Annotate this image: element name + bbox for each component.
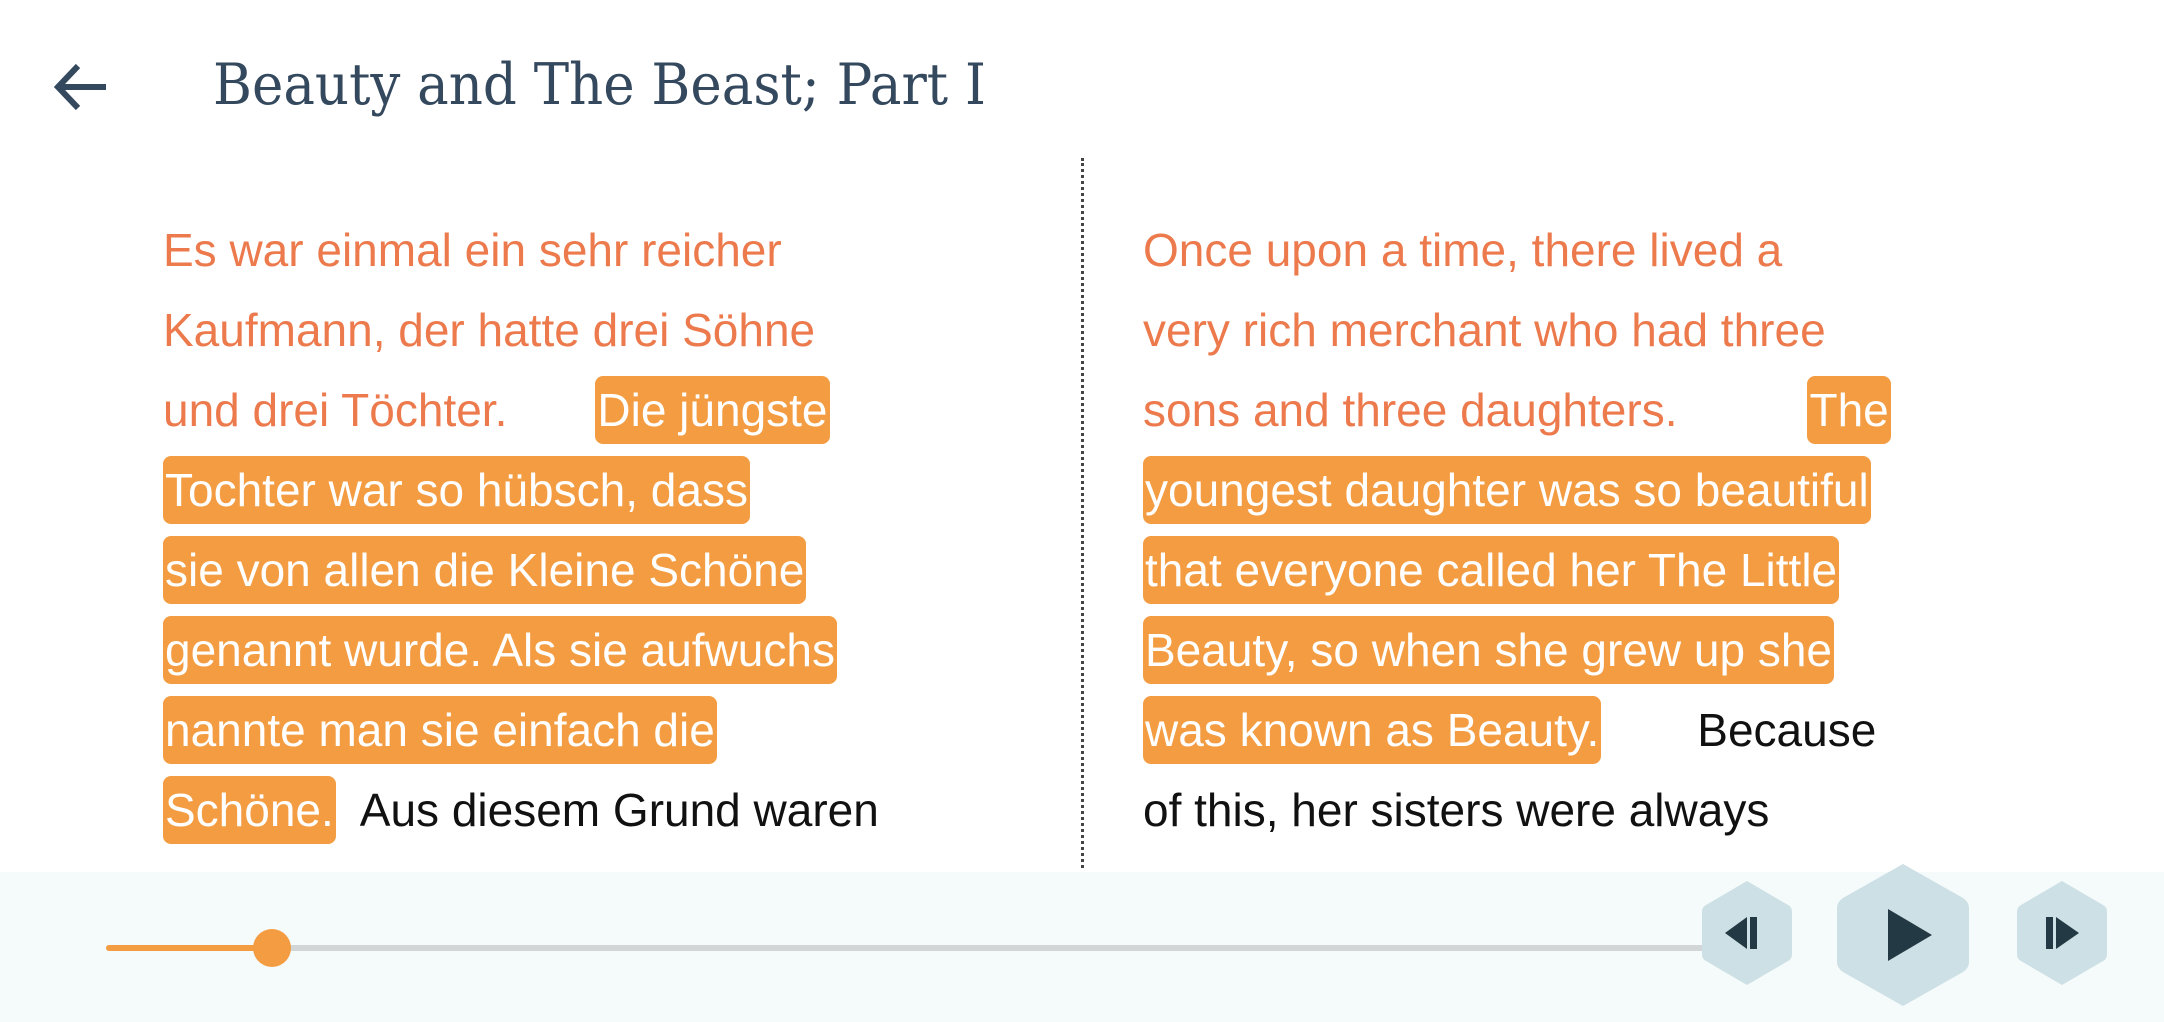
- highlighted-sentence-segment[interactable]: Die jüngste: [595, 376, 830, 444]
- back-button[interactable]: [50, 56, 112, 118]
- progress-track[interactable]: [106, 929, 1706, 967]
- text-line: und drei Töchter. Die jüngste: [163, 370, 1023, 450]
- text-line: Once upon a time, there lived a: [1143, 210, 2003, 290]
- highlighted-sentence-segment[interactable]: that everyone called her The Little: [1143, 536, 1840, 604]
- text-line: Tochter war so hübsch, dass: [163, 450, 1023, 530]
- text-line: sie von allen die Kleine Schöne: [163, 530, 1023, 610]
- next-sentence-button[interactable]: [2015, 877, 2109, 989]
- text-line: nannte man sie einfach die: [163, 690, 1023, 770]
- highlighted-sentence-segment[interactable]: was known as Beauty.: [1143, 696, 1602, 764]
- progress-thumb[interactable]: [253, 929, 292, 967]
- play-button[interactable]: [1835, 860, 1971, 1010]
- text-line: genannt wurde. Als sie aufwuchs: [163, 610, 1023, 690]
- progress-fill: [106, 945, 273, 951]
- highlighted-sentence-segment[interactable]: youngest daughter was so beautiful: [1143, 456, 1871, 524]
- text-line: Es war einmal ein sehr reicher: [163, 210, 1023, 290]
- unread-sentence-segment[interactable]: Aus diesem Grund waren: [360, 770, 879, 850]
- text-line: sons and three daughters. The: [1143, 370, 2003, 450]
- highlighted-sentence-segment[interactable]: genannt wurde. Als sie aufwuchs: [163, 616, 837, 684]
- read-sentence-segment[interactable]: very rich merchant who had three: [1143, 290, 1826, 370]
- audio-player-bar: [0, 864, 2164, 1022]
- header-bar: Beauty and The Beast; Part I: [0, 0, 2164, 150]
- highlighted-sentence-segment[interactable]: Beauty, so when she grew up she: [1143, 616, 1835, 684]
- text-line: was known as Beauty. Because: [1143, 690, 2003, 770]
- highlighted-sentence-segment[interactable]: Tochter war so hübsch, dass: [163, 456, 750, 524]
- text-line: Schöne. Aus diesem Grund waren: [163, 770, 1023, 850]
- highlighted-sentence-segment[interactable]: The: [1807, 376, 1891, 444]
- translation-text-column: Once upon a time, there lived a very rich…: [1143, 210, 2003, 930]
- column-divider: [1081, 158, 1084, 868]
- read-sentence-segment[interactable]: und drei Töchter.: [163, 370, 507, 450]
- highlighted-sentence-segment[interactable]: Schöne.: [163, 776, 336, 844]
- page-title: Beauty and The Beast; Part I: [213, 52, 986, 118]
- unread-sentence-segment[interactable]: Because: [1697, 690, 1876, 770]
- previous-sentence-button[interactable]: [1700, 877, 1794, 989]
- highlighted-sentence-segment[interactable]: sie von allen die Kleine Schöne: [163, 536, 807, 604]
- read-sentence-segment[interactable]: Es war einmal ein sehr reicher: [163, 210, 782, 290]
- text-line: Beauty, so when she grew up she: [1143, 610, 2003, 690]
- unread-sentence-segment[interactable]: of this, her sisters were always: [1143, 770, 1769, 850]
- arrow-left-icon: [53, 63, 106, 111]
- read-sentence-segment[interactable]: Kaufmann, der hatte drei Söhne: [163, 290, 815, 370]
- text-line: youngest daughter was so beautiful: [1143, 450, 2003, 530]
- highlighted-sentence-segment[interactable]: nannte man sie einfach die: [163, 696, 717, 764]
- text-line: that everyone called her The Little: [1143, 530, 2003, 610]
- read-sentence-segment[interactable]: Once upon a time, there lived a: [1143, 210, 1782, 290]
- text-line: very rich merchant who had three: [1143, 290, 2003, 370]
- text-line: Kaufmann, der hatte drei Söhne: [163, 290, 1023, 370]
- source-text-column: Es war einmal ein sehr reicher Kaufmann, …: [163, 210, 1023, 930]
- text-line: of this, her sisters were always: [1143, 770, 2003, 850]
- read-sentence-segment[interactable]: sons and three daughters.: [1143, 370, 1677, 450]
